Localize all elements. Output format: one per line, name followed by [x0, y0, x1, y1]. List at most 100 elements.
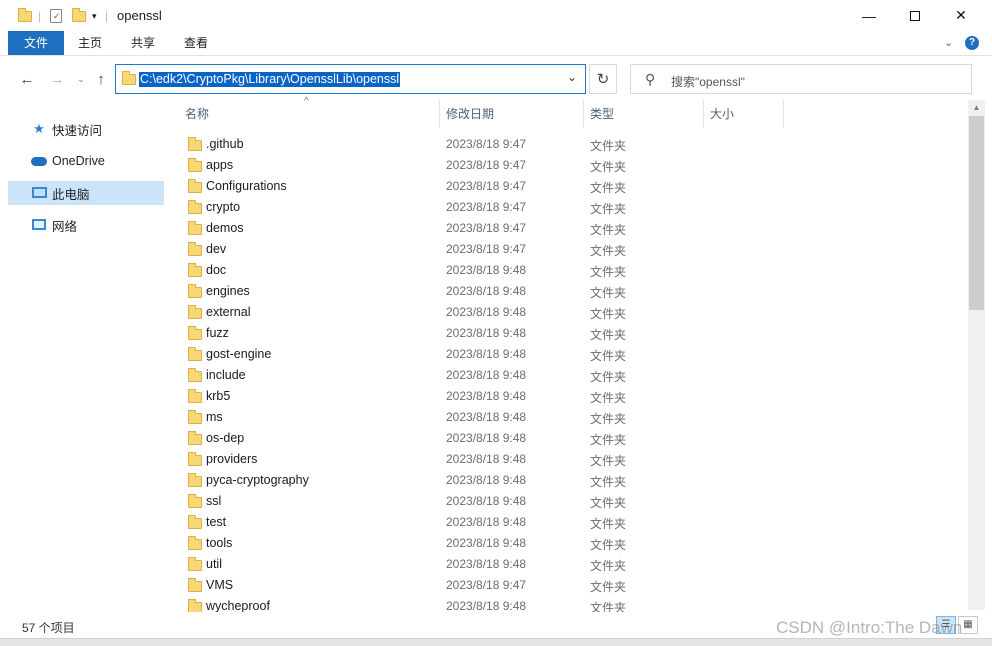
table-row[interactable]: util 2023/8/18 9:48 文件夹	[166, 554, 966, 575]
table-row[interactable]: demos 2023/8/18 9:47 文件夹	[166, 218, 966, 239]
folder-icon	[188, 347, 202, 361]
table-row[interactable]: ssl 2023/8/18 9:48 文件夹	[166, 491, 966, 512]
table-row[interactable]: os-dep 2023/8/18 9:48 文件夹	[166, 428, 966, 449]
column-header-date[interactable]: 修改日期	[446, 100, 494, 128]
table-row[interactable]: test 2023/8/18 9:48 文件夹	[166, 512, 966, 533]
sidebar-item-quick-access[interactable]: ★ 快速访问	[8, 117, 164, 141]
sidebar-item-network[interactable]: 网络	[8, 213, 164, 237]
properties-icon[interactable]: ✓	[50, 6, 62, 26]
file-name[interactable]: Configurations	[206, 179, 287, 193]
file-type: 文件夹	[590, 223, 627, 237]
refresh-button[interactable]: ↻	[589, 64, 617, 94]
table-row[interactable]: pyca-cryptography 2023/8/18 9:48 文件夹	[166, 470, 966, 491]
help-icon[interactable]: ?	[965, 36, 979, 50]
tab-view[interactable]: 查看	[174, 31, 218, 55]
file-name[interactable]: ms	[206, 410, 223, 424]
search-input[interactable]: ⚲ 搜索"openssl"	[630, 64, 972, 94]
back-icon[interactable]: ←	[16, 68, 38, 90]
scroll-up-icon[interactable]: ▲	[968, 100, 985, 116]
table-row[interactable]: Configurations 2023/8/18 9:47 文件夹	[166, 176, 966, 197]
folder-icon	[188, 389, 202, 403]
file-name[interactable]: fuzz	[206, 326, 229, 340]
table-row[interactable]: apps 2023/8/18 9:47 文件夹	[166, 155, 966, 176]
file-name[interactable]: external	[206, 305, 250, 319]
table-row[interactable]: external 2023/8/18 9:48 文件夹	[166, 302, 966, 323]
file-name[interactable]: os-dep	[206, 431, 244, 445]
folder-icon	[188, 536, 202, 550]
file-name[interactable]: gost-engine	[206, 347, 271, 361]
table-row[interactable]: .github 2023/8/18 9:47 文件夹	[166, 134, 966, 155]
file-name[interactable]: crypto	[206, 200, 240, 214]
table-row[interactable]: tools 2023/8/18 9:48 文件夹	[166, 533, 966, 554]
up-icon[interactable]: ↑	[90, 68, 112, 90]
file-name[interactable]: engines	[206, 284, 250, 298]
file-type: 文件夹	[590, 328, 627, 342]
column-divider[interactable]	[783, 100, 784, 128]
address-path[interactable]: C:\edk2\CryptoPkg\Library\OpensslLib\ope…	[139, 72, 401, 87]
tab-file[interactable]: 文件	[8, 31, 64, 55]
file-name[interactable]: doc	[206, 263, 226, 277]
file-type: 文件夹	[590, 580, 627, 594]
file-name[interactable]: VMS	[206, 578, 233, 592]
sidebar-item-onedrive[interactable]: OneDrive	[8, 149, 164, 173]
table-row[interactable]: providers 2023/8/18 9:48 文件夹	[166, 449, 966, 470]
file-name[interactable]: wycheproof	[206, 599, 270, 613]
file-name[interactable]: apps	[206, 158, 233, 172]
modified-date: 2023/8/18 9:48	[446, 536, 527, 550]
close-icon[interactable]: ✕	[938, 0, 984, 31]
minimize-icon[interactable]: —	[846, 0, 892, 31]
table-row[interactable]: engines 2023/8/18 9:48 文件夹	[166, 281, 966, 302]
modified-date: 2023/8/18 9:48	[446, 410, 527, 424]
forward-icon[interactable]: →	[46, 68, 68, 90]
table-row[interactable]: fuzz 2023/8/18 9:48 文件夹	[166, 323, 966, 344]
expand-ribbon-icon[interactable]: ⌄	[944, 36, 953, 49]
file-name[interactable]: krb5	[206, 389, 230, 403]
column-header-name[interactable]: 名称	[185, 100, 209, 128]
column-header-type[interactable]: 类型	[590, 100, 614, 128]
column-divider[interactable]	[703, 100, 704, 128]
maximize-icon[interactable]	[892, 0, 938, 31]
recent-locations-icon[interactable]: ⌄	[70, 68, 92, 90]
file-name[interactable]: util	[206, 557, 222, 571]
table-row[interactable]: VMS 2023/8/18 9:47 文件夹	[166, 575, 966, 596]
modified-date: 2023/8/18 9:48	[446, 305, 527, 319]
file-name[interactable]: test	[206, 515, 226, 529]
file-name[interactable]: demos	[206, 221, 244, 235]
table-row[interactable]: crypto 2023/8/18 9:47 文件夹	[166, 197, 966, 218]
address-dropdown-icon[interactable]: ⌄	[567, 70, 577, 84]
file-name[interactable]: providers	[206, 452, 257, 466]
vertical-scrollbar[interactable]: ▲	[968, 100, 985, 610]
table-row[interactable]: ms 2023/8/18 9:48 文件夹	[166, 407, 966, 428]
file-type: 文件夹	[590, 139, 627, 153]
modified-date: 2023/8/18 9:48	[446, 452, 527, 466]
network-icon	[30, 218, 48, 233]
table-row[interactable]: gost-engine 2023/8/18 9:48 文件夹	[166, 344, 966, 365]
file-name[interactable]: tools	[206, 536, 232, 550]
modified-date: 2023/8/18 9:47	[446, 221, 527, 235]
navigation-pane: ★ 快速访问 OneDrive 此电脑 网络	[0, 100, 166, 610]
tab-home[interactable]: 主页	[68, 31, 112, 55]
column-header-size[interactable]: 大小	[710, 100, 734, 128]
file-name[interactable]: .github	[206, 137, 244, 151]
file-type: 文件夹	[590, 412, 627, 426]
table-row[interactable]: dev 2023/8/18 9:47 文件夹	[166, 239, 966, 260]
table-row[interactable]: krb5 2023/8/18 9:48 文件夹	[166, 386, 966, 407]
table-row[interactable]: doc 2023/8/18 9:48 文件夹	[166, 260, 966, 281]
address-bar[interactable]: C:\edk2\CryptoPkg\Library\OpensslLib\ope…	[115, 64, 586, 94]
column-divider[interactable]	[439, 100, 440, 128]
table-row[interactable]: include 2023/8/18 9:48 文件夹	[166, 365, 966, 386]
sidebar-item-this-pc[interactable]: 此电脑	[8, 181, 164, 205]
new-folder-icon[interactable]	[72, 6, 86, 26]
tab-share[interactable]: 共享	[121, 31, 165, 55]
column-divider[interactable]	[583, 100, 584, 128]
folder-icon	[188, 515, 202, 529]
file-name[interactable]: ssl	[206, 494, 221, 508]
file-name[interactable]: include	[206, 368, 246, 382]
file-type: 文件夹	[590, 391, 627, 405]
file-name[interactable]: dev	[206, 242, 226, 256]
folder-icon	[122, 71, 136, 85]
file-name[interactable]: pyca-cryptography	[206, 473, 309, 487]
customize-quick-access-icon[interactable]: ▾	[92, 6, 97, 26]
scrollbar-thumb[interactable]	[969, 116, 984, 310]
ribbon-tabs: 文件 主页 共享 查看 ⌄ ?	[0, 31, 992, 56]
